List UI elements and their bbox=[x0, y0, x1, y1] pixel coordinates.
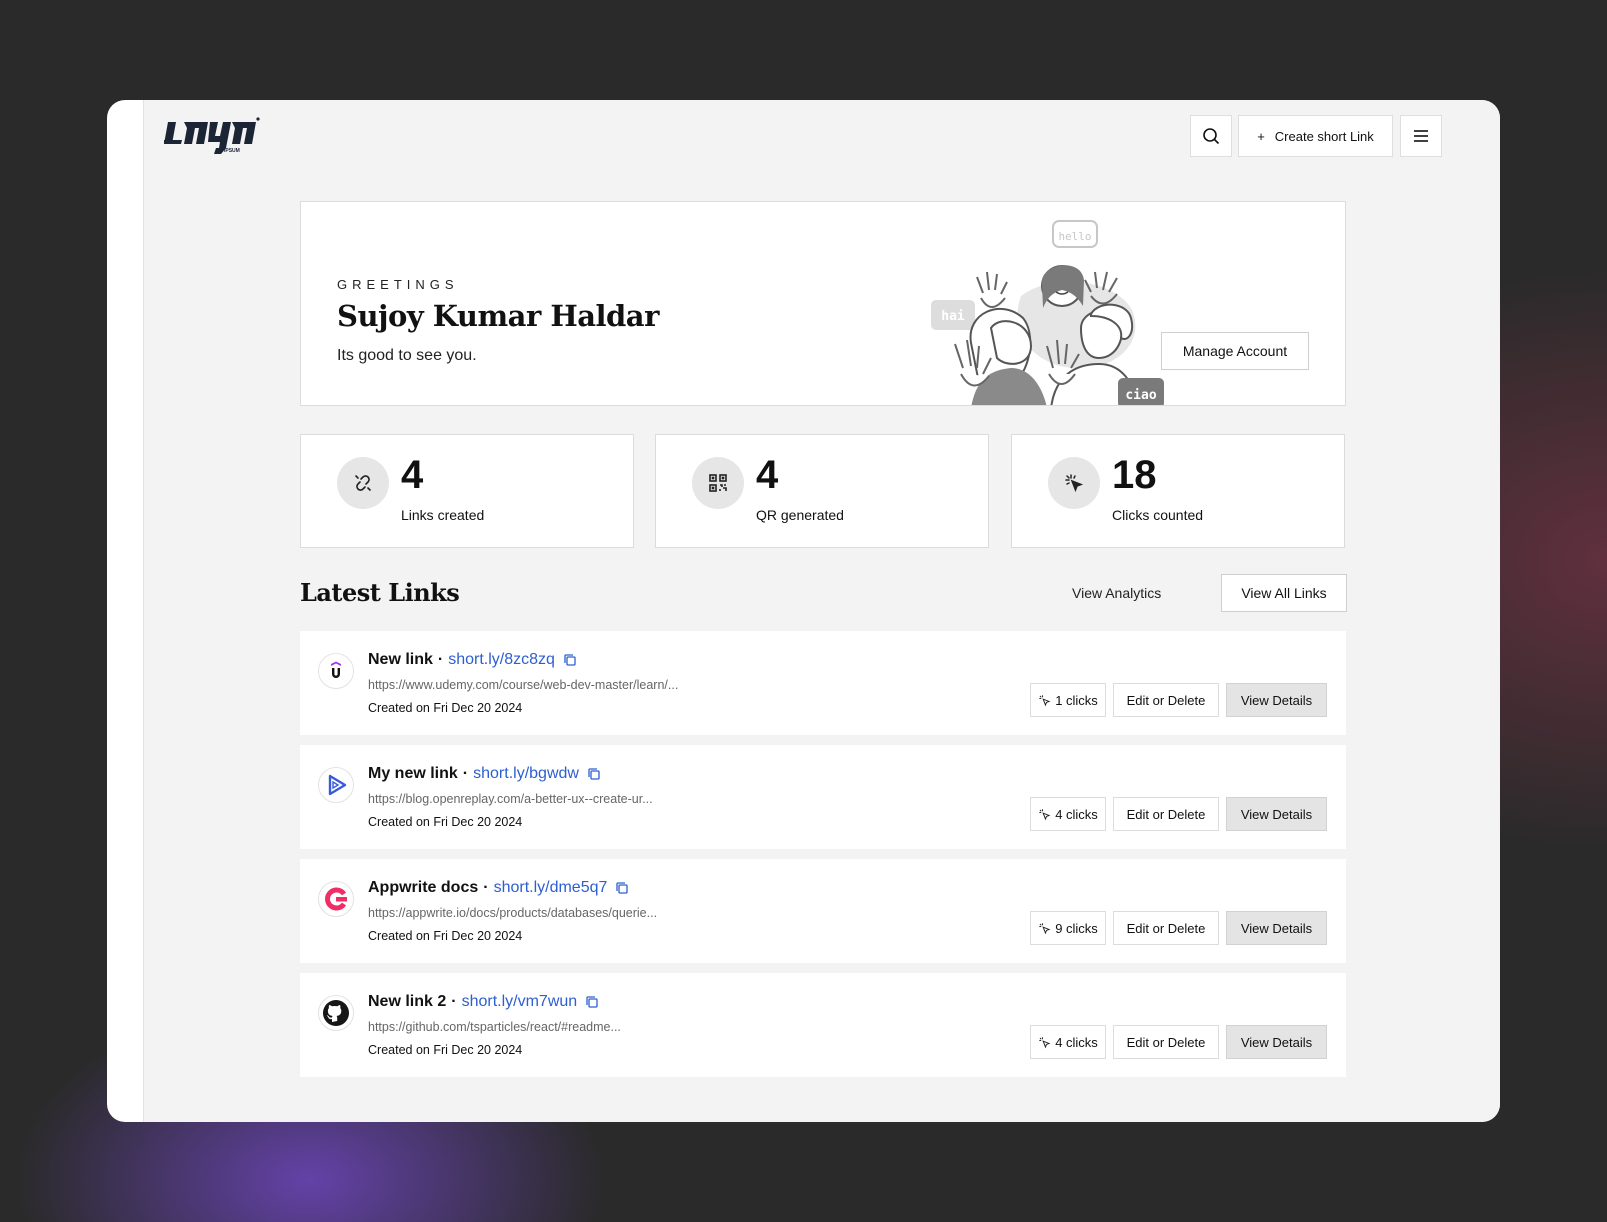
link-title-line: My new link · short.ly/bgwdw bbox=[368, 765, 601, 783]
svg-text:IPSUM: IPSUM bbox=[224, 148, 240, 154]
cursor-click-icon bbox=[1039, 694, 1051, 706]
latest-links-title: Latest Links bbox=[300, 578, 460, 607]
separator-dot: · bbox=[483, 879, 489, 896]
link-row: Appwrite docs · short.ly/dme5q7 https://… bbox=[300, 859, 1346, 963]
stat-card-qr: 4 QR generated bbox=[655, 434, 989, 548]
link-row: New link · short.ly/8zc8zq https://www.u… bbox=[300, 631, 1346, 735]
copy-icon[interactable] bbox=[615, 881, 629, 895]
app-content: IPSUM + Create short Link GREETINGS Sujo… bbox=[143, 100, 1500, 1122]
plus-icon: + bbox=[1257, 128, 1265, 144]
clicks-count: 9 clicks bbox=[1055, 920, 1098, 936]
svg-text:hello: hello bbox=[1058, 230, 1091, 243]
link-title-line: New link 2 · short.ly/vm7wun bbox=[368, 993, 599, 1011]
short-link[interactable]: short.ly/vm7wun bbox=[462, 993, 578, 1011]
cursor-click-icon bbox=[1039, 1036, 1051, 1048]
link-title-line: Appwrite docs · short.ly/dme5q7 bbox=[368, 879, 629, 897]
qr-code-icon bbox=[692, 457, 744, 509]
qr-generated-count: 4 bbox=[756, 453, 779, 497]
link-broken-icon bbox=[337, 457, 389, 509]
original-url: https://blog.openreplay.com/a-better-ux-… bbox=[368, 792, 653, 806]
link-name: Appwrite docs bbox=[368, 879, 479, 896]
hamburger-menu-icon bbox=[1414, 130, 1428, 142]
edit-or-delete-button[interactable]: Edit or Delete bbox=[1113, 797, 1219, 831]
menu-button[interactable] bbox=[1400, 115, 1442, 157]
separator-dot: · bbox=[437, 651, 444, 668]
view-details-button[interactable]: View Details bbox=[1226, 911, 1327, 945]
link-title-line: New link · short.ly/8zc8zq bbox=[368, 651, 577, 669]
created-date: Created on Fri Dec 20 2024 bbox=[368, 815, 523, 829]
edit-or-delete-button[interactable]: Edit or Delete bbox=[1113, 683, 1219, 717]
view-analytics-button[interactable]: View Analytics bbox=[1064, 574, 1169, 612]
links-created-label: Links created bbox=[401, 507, 485, 523]
original-url: https://www.udemy.com/course/web-dev-mas… bbox=[368, 678, 679, 692]
create-short-link-button[interactable]: + Create short Link bbox=[1238, 115, 1393, 157]
qr-generated-label: QR generated bbox=[756, 507, 844, 523]
logo-icon[interactable]: IPSUM bbox=[164, 116, 260, 160]
app-window: IPSUM + Create short Link GREETINGS Sujo… bbox=[107, 100, 1500, 1122]
search-icon bbox=[1203, 128, 1220, 145]
greeting-subtitle: Its good to see you. bbox=[337, 347, 477, 364]
clicks-button[interactable]: 4 clicks bbox=[1030, 797, 1106, 831]
svg-text:ciao: ciao bbox=[1125, 388, 1156, 403]
clicks-count: 4 clicks bbox=[1055, 806, 1098, 822]
clicks-count: 4 clicks bbox=[1055, 1034, 1098, 1050]
svg-text:hai: hai bbox=[941, 309, 965, 324]
short-link[interactable]: short.ly/bgwdw bbox=[473, 765, 579, 783]
created-date: Created on Fri Dec 20 2024 bbox=[368, 1043, 523, 1057]
clicks-button[interactable]: 4 clicks bbox=[1030, 1025, 1106, 1059]
copy-icon[interactable] bbox=[585, 995, 599, 1009]
clicks-count: 1 clicks bbox=[1055, 692, 1098, 708]
clicks-counted-label: Clicks counted bbox=[1112, 507, 1204, 523]
stat-card-clicks: 18 Clicks counted bbox=[1011, 434, 1345, 548]
appwrite-icon bbox=[318, 881, 354, 917]
speech-bubble-ciao: ciao bbox=[1118, 378, 1164, 405]
cursor-click-icon bbox=[1039, 922, 1051, 934]
original-url: https://github.com/tsparticles/react/#re… bbox=[368, 1020, 621, 1034]
github-icon bbox=[318, 995, 354, 1031]
original-url: https://appwrite.io/docs/products/databa… bbox=[368, 906, 658, 920]
view-all-links-button[interactable]: View All Links bbox=[1221, 574, 1347, 612]
greeting-card: GREETINGS Sujoy Kumar Haldar Its good to… bbox=[300, 201, 1346, 406]
short-link[interactable]: short.ly/dme5q7 bbox=[494, 879, 608, 897]
link-name: My new link bbox=[368, 765, 458, 782]
user-name: Sujoy Kumar Haldar bbox=[337, 299, 659, 333]
openreplay-icon bbox=[318, 767, 354, 803]
link-row: My new link · short.ly/bgwdw https://blo… bbox=[300, 745, 1346, 849]
search-button[interactable] bbox=[1190, 115, 1232, 157]
view-details-button[interactable]: View Details bbox=[1226, 1025, 1327, 1059]
edit-or-delete-button[interactable]: Edit or Delete bbox=[1113, 1025, 1219, 1059]
short-link[interactable]: short.ly/8zc8zq bbox=[448, 651, 555, 669]
copy-icon[interactable] bbox=[563, 653, 577, 667]
clicks-button[interactable]: 9 clicks bbox=[1030, 911, 1106, 945]
speech-bubble-hai: hai bbox=[931, 300, 975, 330]
link-name: New link 2 bbox=[368, 993, 447, 1010]
view-details-button[interactable]: View Details bbox=[1226, 683, 1327, 717]
speech-bubble-hello: hello bbox=[1052, 220, 1098, 248]
clicks-counted-count: 18 bbox=[1112, 453, 1157, 497]
udemy-icon bbox=[318, 653, 354, 689]
cursor-click-icon bbox=[1039, 808, 1051, 820]
manage-account-button[interactable]: Manage Account bbox=[1161, 332, 1309, 370]
separator-dot: · bbox=[462, 765, 469, 782]
separator-dot: · bbox=[451, 993, 457, 1010]
create-short-link-label: Create short Link bbox=[1274, 128, 1374, 144]
view-details-button[interactable]: View Details bbox=[1226, 797, 1327, 831]
copy-icon[interactable] bbox=[587, 767, 601, 781]
link-name: New link bbox=[368, 651, 433, 668]
created-date: Created on Fri Dec 20 2024 bbox=[368, 929, 523, 943]
created-date: Created on Fri Dec 20 2024 bbox=[368, 701, 523, 715]
greeting-label: GREETINGS bbox=[337, 277, 459, 292]
waving-people-illustration: hello hai ciao bbox=[931, 220, 1164, 405]
cursor-click-icon bbox=[1048, 457, 1100, 509]
links-created-count: 4 bbox=[401, 453, 424, 497]
clicks-button[interactable]: 1 clicks bbox=[1030, 683, 1106, 717]
link-row: New link 2 · short.ly/vm7wun https://git… bbox=[300, 973, 1346, 1077]
edit-or-delete-button[interactable]: Edit or Delete bbox=[1113, 911, 1219, 945]
stat-card-links: 4 Links created bbox=[300, 434, 634, 548]
